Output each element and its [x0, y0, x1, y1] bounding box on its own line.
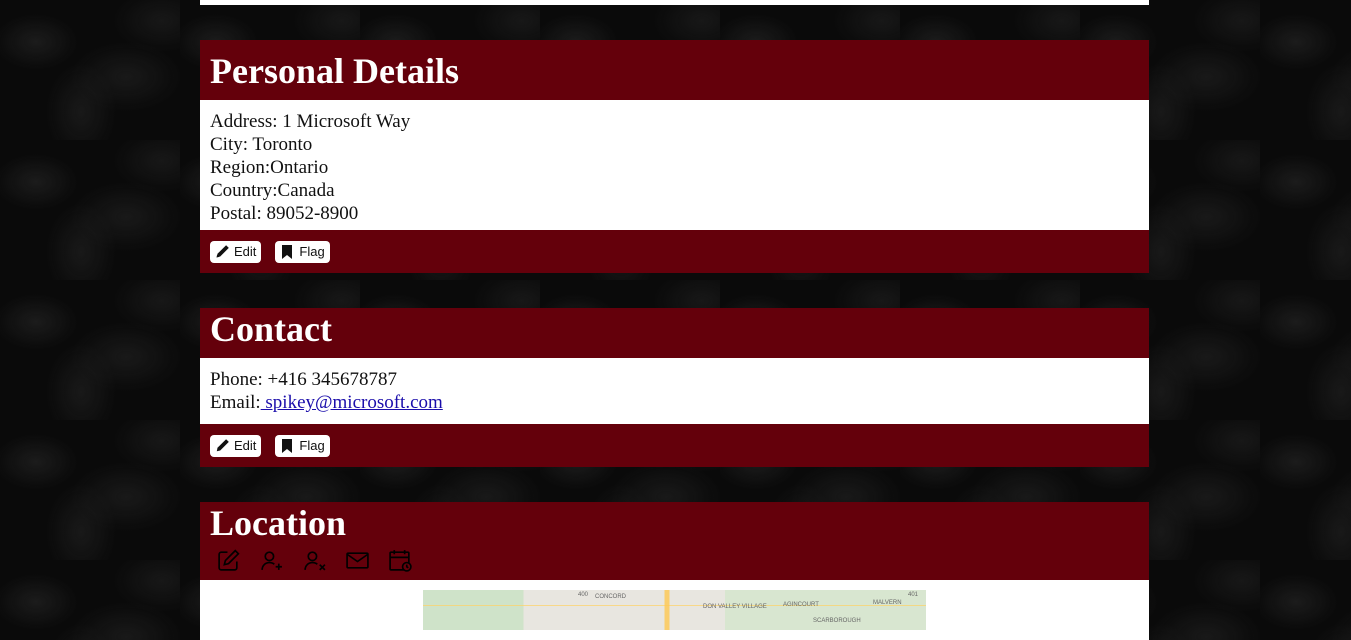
add-user-icon[interactable] [259, 548, 284, 573]
map-label: CONCORD [595, 594, 626, 600]
personal-details-section: Personal Details Address: 1 Microsoft Wa… [200, 40, 1149, 273]
location-body: CONCORD DON VALLEY VILLAGE AGINCOURT MAL… [200, 580, 1149, 640]
location-section: Location CONCORD DON VALLEY VILLAGE AGIN… [200, 502, 1149, 640]
city-line: City: Toronto [210, 134, 313, 155]
email-link[interactable]: spikey@microsoft.com [261, 392, 442, 413]
contact-section: Contact Phone: +416 345678787 Email: spi… [200, 308, 1149, 467]
location-header: Location [200, 502, 1149, 580]
pencil-icon [214, 438, 230, 454]
map-label: SCARBOROUGH [813, 618, 861, 624]
bookmark-icon [279, 244, 295, 260]
flag-button[interactable]: Flag [275, 434, 330, 457]
personal-details-body: Address: 1 Microsoft Way City: Toronto R… [200, 100, 1149, 230]
map-label: DON VALLEY VILLAGE [703, 604, 767, 610]
country-line: Country:Canada [210, 180, 335, 201]
edit-button[interactable]: Edit [210, 434, 262, 457]
flag-label: Flag [299, 438, 325, 453]
email-line: Email: spikey@microsoft.com [210, 391, 1139, 414]
map-label: 400 [578, 592, 589, 598]
email-prefix: Email: [210, 392, 261, 413]
section-title: Personal Details [210, 51, 459, 91]
map-label: AGINCOURT [783, 602, 819, 608]
personal-details-header: Personal Details [200, 40, 1149, 100]
previous-section-bottom [200, 0, 1149, 5]
mail-icon[interactable] [345, 548, 370, 573]
contact-header: Contact [200, 308, 1149, 358]
address-line: Address: 1 Microsoft Way [210, 111, 411, 132]
edit-button[interactable]: Edit [210, 240, 262, 263]
map-label: 401 [908, 592, 919, 598]
remove-user-icon[interactable] [302, 548, 327, 573]
section-title: Contact [210, 309, 332, 349]
phone-line: Phone: +416 345678787 [210, 369, 397, 390]
section-title: Location [210, 503, 347, 543]
contact-actions: Edit Flag [200, 424, 1149, 467]
bookmark-icon [279, 438, 295, 454]
edit-label: Edit [234, 438, 257, 453]
map-thumbnail[interactable]: CONCORD DON VALLEY VILLAGE AGINCOURT MAL… [423, 590, 926, 630]
edit-icon[interactable] [216, 548, 241, 573]
location-toolbar [210, 548, 1139, 573]
calendar-clock-icon[interactable] [388, 548, 413, 573]
flag-label: Flag [299, 244, 325, 259]
region-line: Region:Ontario [210, 157, 329, 178]
pencil-icon [214, 244, 230, 260]
contact-body: Phone: +416 345678787 Email: spikey@micr… [200, 358, 1149, 424]
map-label: MALVERN [873, 600, 902, 606]
edit-label: Edit [234, 244, 257, 259]
postal-line: Postal: 89052-8900 [210, 203, 359, 224]
flag-button[interactable]: Flag [275, 240, 330, 263]
personal-details-actions: Edit Flag [200, 230, 1149, 273]
